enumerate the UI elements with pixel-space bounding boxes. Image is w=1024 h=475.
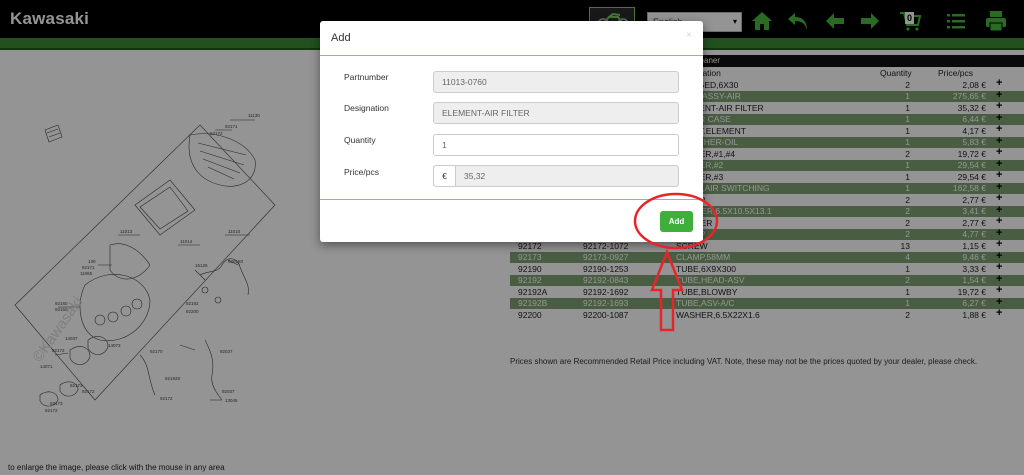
add-to-cart-dialog: Add × Partnumber 11013-0760 Designation … — [320, 21, 703, 242]
dialog-divider-top — [320, 55, 703, 56]
quantity-label: Quantity — [344, 135, 376, 145]
dialog-divider-bottom — [320, 199, 703, 200]
price-label: Price/pcs — [344, 167, 379, 177]
price-value: 35,32 — [464, 171, 486, 181]
designation-label: Designation — [344, 103, 389, 113]
dialog-title: Add — [331, 32, 351, 44]
currency-addon: € — [434, 166, 456, 186]
price-field: € 35,32 — [433, 165, 679, 187]
close-icon[interactable]: × — [686, 30, 692, 41]
partnumber-field: 11013-0760 — [433, 71, 679, 93]
add-button[interactable]: Add — [660, 211, 693, 232]
designation-field: ELEMENT-AIR FILTER — [433, 102, 679, 124]
quantity-field[interactable]: 1 — [433, 134, 679, 156]
partnumber-label: Partnumber — [344, 72, 389, 82]
